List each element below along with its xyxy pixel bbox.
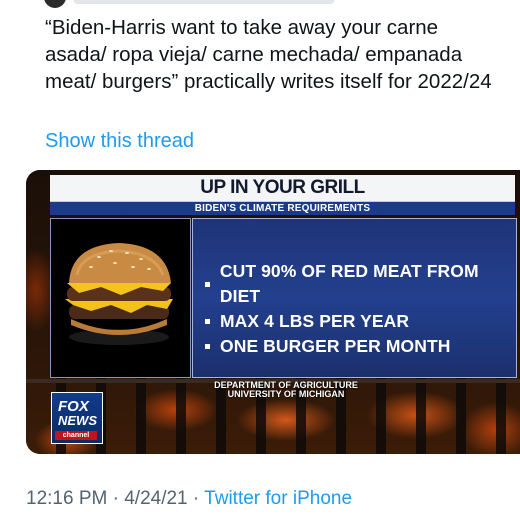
- tweet-media-image[interactable]: UP IN YOUR GRILL BIDEN'S CLIMATE REQUIRE…: [26, 170, 520, 454]
- burger-panel: [50, 218, 191, 378]
- header-name-partial: [74, 0, 334, 4]
- facts-list: CUT 90% OF RED MEAT FROM DIET MAX 4 LBS …: [205, 259, 516, 359]
- fact-item: CUT 90% OF RED MEAT FROM DIET: [205, 259, 516, 309]
- graphic-subhead: BIDEN'S CLIMATE REQUIREMENTS: [194, 203, 371, 214]
- tweet-text: “Biden-Harris want to take away your car…: [45, 16, 492, 93]
- subhead-bar: BIDEN'S CLIMATE REQUIREMENTS: [50, 202, 515, 215]
- logo-channel-text: channel: [55, 431, 97, 440]
- fact-item: ONE BURGER PER MONTH: [205, 334, 516, 359]
- tweet-source-link[interactable]: Twitter for iPhone: [204, 488, 352, 509]
- burger-icon: [65, 243, 173, 345]
- header-avatar[interactable]: [44, 0, 66, 8]
- show-thread-link[interactable]: Show this thread: [45, 130, 194, 153]
- meta-separator: ·: [112, 488, 119, 509]
- graphic-source: DEPARTMENT OF AGRICULTURE UNIVERSITY OF …: [206, 381, 366, 399]
- tweet-meta: 12:16 PM · 4/24/21 · Twitter for iPhone: [26, 488, 352, 510]
- logo-news-text: NEWS: [58, 413, 97, 428]
- tweet-date[interactable]: 4/24/21: [124, 488, 187, 509]
- fact-item: MAX 4 LBS PER YEAR: [205, 309, 516, 334]
- bullet-icon: [205, 319, 210, 324]
- bullet-icon: [205, 281, 210, 287]
- facts-panel: CUT 90% OF RED MEAT FROM DIET MAX 4 LBS …: [192, 218, 517, 378]
- meta-separator: ·: [192, 488, 200, 509]
- fox-news-logo: FOX NEWS channel: [51, 392, 103, 444]
- headline-bar: UP IN YOUR GRILL: [50, 175, 515, 203]
- bullet-icon: [205, 344, 210, 349]
- source-line: UNIVERSITY OF MICHIGAN: [227, 389, 345, 399]
- tweet-time[interactable]: 12:16 PM: [26, 488, 107, 509]
- graphic-headline: UP IN YOUR GRILL: [200, 177, 365, 198]
